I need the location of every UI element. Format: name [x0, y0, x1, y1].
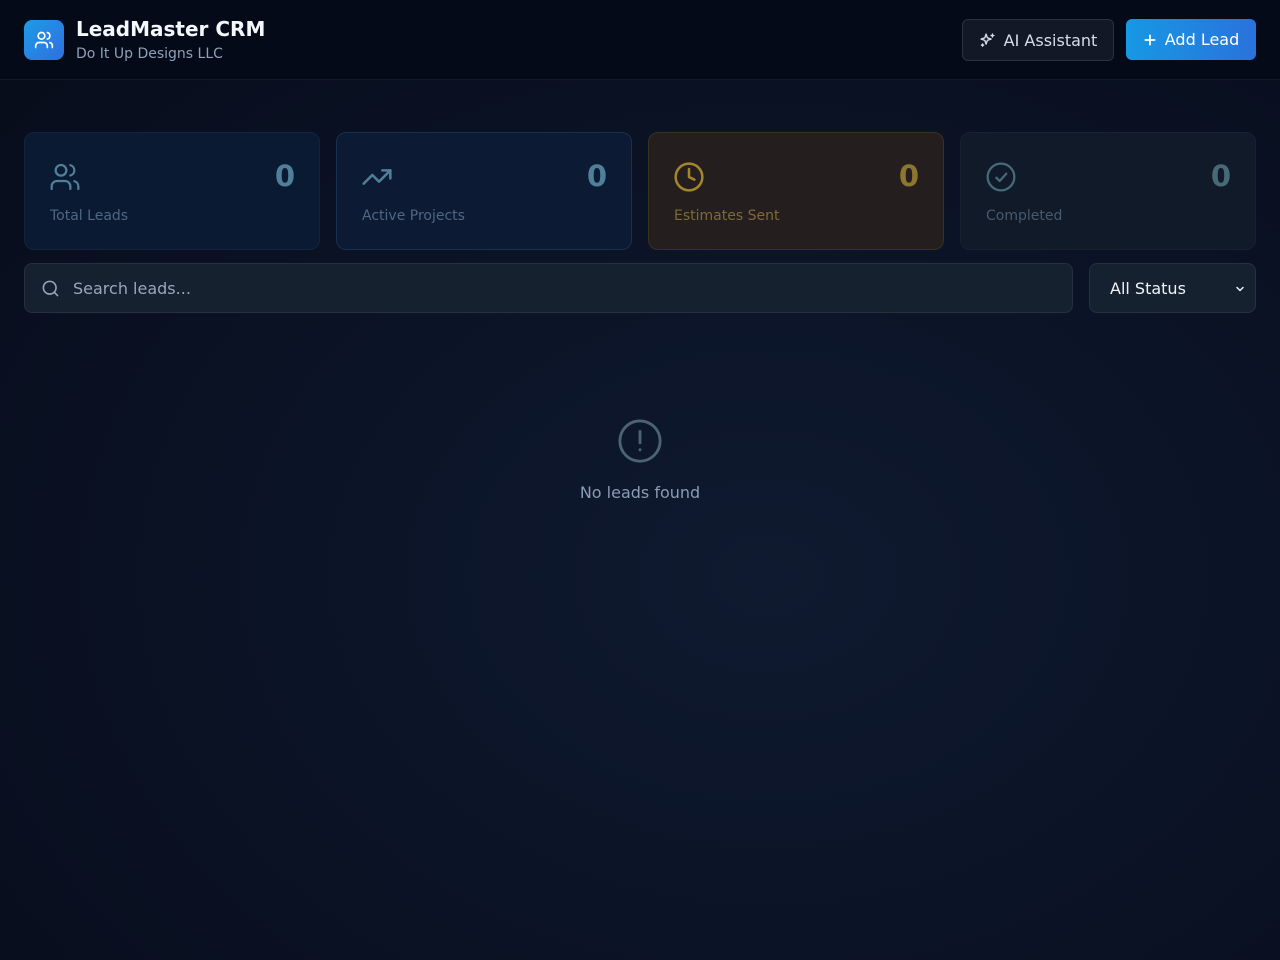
ai-assistant-label: AI Assistant — [1003, 30, 1098, 50]
stat-card-completed: 0 Completed — [960, 132, 1256, 250]
stat-card-total-leads: 0 Total Leads — [24, 132, 320, 250]
status-filter-value: All Status — [1110, 278, 1186, 298]
stat-value: 0 — [1210, 159, 1231, 193]
empty-state-message: No leads found — [579, 483, 701, 502]
ai-assistant-button[interactable]: AI Assistant — [962, 19, 1114, 61]
stat-value: 0 — [586, 159, 607, 193]
users-icon — [50, 163, 80, 191]
alert-circle-icon — [618, 419, 662, 463]
add-lead-label: Add Lead — [1164, 30, 1240, 49]
stat-card-active-projects: 0 Active Projects — [336, 132, 632, 250]
check-circle-icon — [986, 162, 1016, 192]
company-name: Do It Up Designs LLC — [76, 46, 223, 62]
stat-label: Estimates Sent — [674, 208, 780, 224]
app-title: LeadMaster CRM — [76, 17, 266, 41]
stat-value: 0 — [898, 159, 919, 193]
app-logo — [24, 20, 64, 60]
trending-up-icon — [362, 169, 392, 185]
plus-icon — [1144, 33, 1156, 46]
search-icon — [42, 280, 59, 297]
stat-label: Total Leads — [50, 208, 129, 224]
add-lead-button[interactable]: Add Lead — [1126, 19, 1256, 60]
search-box — [24, 263, 1073, 313]
sparkles-icon — [980, 32, 995, 47]
stat-label: Completed — [986, 208, 1063, 224]
chevron-down-icon — [1236, 286, 1244, 292]
app-header: LeadMaster CRM Do It Up Designs LLC AI A… — [0, 0, 1280, 80]
stat-card-estimates-sent: 0 Estimates Sent — [648, 132, 944, 250]
status-filter-select[interactable]: All Status — [1089, 263, 1256, 313]
stat-label: Active Projects — [362, 208, 465, 224]
stat-value: 0 — [274, 159, 295, 193]
clock-icon — [674, 162, 704, 192]
search-input[interactable] — [73, 264, 1063, 312]
users-icon — [34, 31, 54, 49]
